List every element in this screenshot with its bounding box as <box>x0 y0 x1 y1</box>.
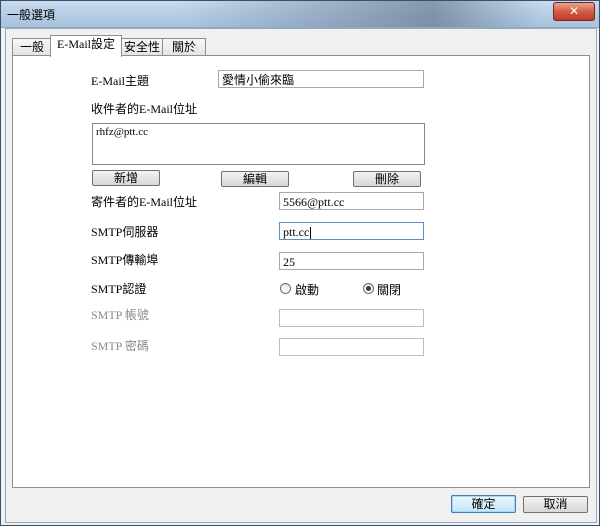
sender-label: 寄件者的E-Mail位址 <box>91 195 197 209</box>
tab-general[interactable]: 一般 <box>12 38 52 56</box>
smtp-port-input[interactable]: 25 <box>279 252 424 270</box>
text-cursor <box>310 227 312 239</box>
smtp-server-value: ptt.cc <box>283 225 310 239</box>
recipients-label: 收件者的E-Mail位址 <box>91 102 197 116</box>
radio-selected-dot <box>366 286 371 291</box>
close-icon: ✕ <box>568 4 580 18</box>
auth-disable-radio[interactable] <box>363 283 374 294</box>
title-bar[interactable]: 一般選項 ✕ <box>1 1 599 28</box>
tab-email-settings[interactable]: E-Mail設定 <box>50 35 122 57</box>
recipient-item[interactable]: rhfz@ptt.cc <box>96 126 421 138</box>
smtp-account-label: SMTP 帳號 <box>91 308 149 322</box>
smtp-auth-label: SMTP認證 <box>91 282 147 296</box>
dialog-body: 一般 E-Mail設定 安全性 關於 E-Mail主題 愛情小偷來臨 收件者的E… <box>5 28 597 523</box>
smtp-server-input[interactable]: ptt.cc <box>279 222 424 240</box>
email-subject-input[interactable]: 愛情小偷來臨 <box>218 70 424 88</box>
tab-security[interactable]: 安全性 <box>120 38 164 56</box>
delete-recipient-button[interactable]: 刪除 <box>353 171 421 187</box>
auth-disable-label[interactable]: 關閉 <box>377 281 401 298</box>
close-button[interactable]: ✕ <box>553 2 595 21</box>
add-recipient-button[interactable]: 新增 <box>92 170 160 186</box>
window-title: 一般選項 <box>7 8 56 22</box>
auth-enable-radio[interactable] <box>280 283 291 294</box>
title-bar-background <box>181 1 541 27</box>
smtp-account-input[interactable] <box>279 309 424 327</box>
tab-about[interactable]: 關於 <box>162 38 206 56</box>
email-settings-panel: E-Mail主題 愛情小偷來臨 收件者的E-Mail位址 rhfz@ptt.cc… <box>12 55 590 488</box>
sender-email-input[interactable]: 5566@ptt.cc <box>279 192 424 210</box>
recipients-list[interactable]: rhfz@ptt.cc <box>92 123 425 165</box>
smtp-password-input[interactable] <box>279 338 424 356</box>
options-window: 一般選項 ✕ 一般 E-Mail設定 安全性 關於 E-Mail主題 愛情小偷來… <box>0 0 600 526</box>
smtp-password-label: SMTP 密碼 <box>91 339 149 353</box>
smtp-port-label: SMTP傳輸埠 <box>91 253 159 267</box>
cancel-button[interactable]: 取消 <box>523 496 588 513</box>
edit-recipient-button[interactable]: 編輯 <box>221 171 289 187</box>
ok-button[interactable]: 確定 <box>451 495 516 513</box>
auth-enable-label[interactable]: 啟動 <box>295 281 319 298</box>
email-subject-label: E-Mail主題 <box>91 74 149 88</box>
smtp-server-label: SMTP伺服器 <box>91 225 159 239</box>
